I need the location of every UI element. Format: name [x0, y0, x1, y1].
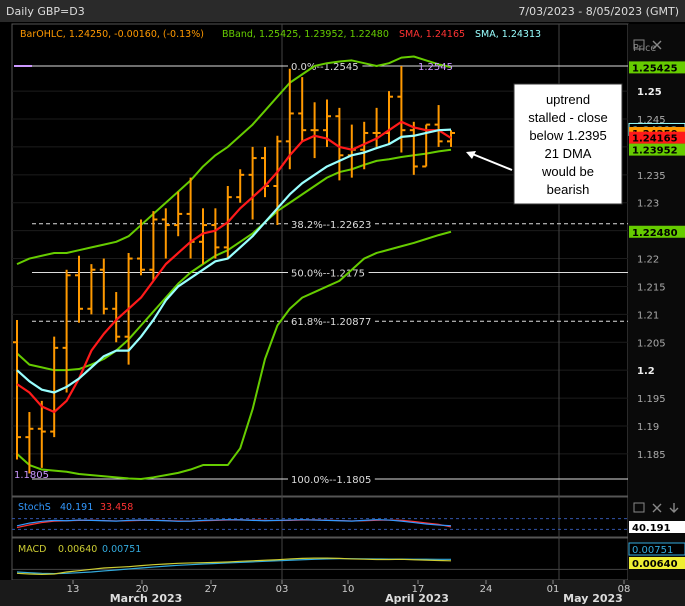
low-marker-label: 1.1805	[14, 470, 49, 481]
fib-level-label: 50.0%--1.2175	[291, 269, 365, 280]
x-tick-label: 24	[480, 584, 493, 595]
fib-level-label: 100.0%--1.1805	[291, 475, 371, 486]
ohlc-legend: BarOHLC, 1.24250, -0.00160, (-0.13%)	[20, 29, 204, 40]
sma21-legend: SMA, 1.24165	[399, 29, 465, 40]
x-tick-label: 01	[547, 584, 560, 595]
annotation-line: stalled - close	[528, 110, 607, 125]
macd-signal-tag-text: 0.00751	[632, 545, 673, 556]
price-tag: 1.23952	[629, 143, 685, 157]
y-tick-label: 1.195	[637, 394, 666, 405]
x-tick-label: 13	[67, 584, 80, 595]
annotation-line: bearish	[547, 182, 590, 197]
month-label: April 2023	[385, 592, 449, 605]
y-tick-label: 1.235	[637, 171, 666, 182]
annotation-line: would be	[541, 164, 594, 179]
high-marker-label: 1.2545	[418, 62, 453, 73]
price-tag: 1.25425	[629, 61, 685, 74]
price-tag: 1.22480	[629, 225, 685, 239]
fib-level-label: 38.2%--1.22623	[291, 220, 371, 231]
x-tick-label: 27	[205, 584, 218, 595]
price-tag-text: 1.24165	[632, 134, 678, 145]
month-label: May 2023	[563, 592, 623, 605]
stoch-value-text: 40.191	[632, 523, 671, 534]
macd-title: MACD	[18, 544, 46, 555]
annotation-line: below 1.2395	[529, 128, 606, 143]
y-tick-label: 1.2	[637, 366, 655, 377]
y-tick-label: 1.22	[637, 255, 659, 266]
macd-line-label: 0.00640	[58, 544, 97, 555]
x-tick-label: 10	[342, 584, 355, 595]
y-tick-label: 1.25	[637, 87, 662, 98]
month-label: March 2023	[110, 592, 183, 605]
y-tick-label: 1.215	[637, 282, 666, 293]
sma10-legend: SMA, 1.24313	[475, 29, 541, 40]
macd-signal-label: 0.00751	[102, 544, 141, 555]
stoch-title: StochS	[18, 502, 51, 513]
chart-canvas[interactable]: 0.0%--1.254538.2%--1.2262350.0%--1.21756…	[0, 0, 685, 606]
stoch-k-label: 40.191	[60, 502, 93, 513]
price-tag: 1.24165	[629, 131, 685, 145]
y-tick-label: 1.23	[637, 199, 659, 210]
y-tick-label: 1.205	[637, 338, 666, 349]
price-tag-text: 1.25425	[632, 63, 678, 74]
price-axis	[628, 24, 685, 580]
price-tag-text: 1.22480	[632, 228, 678, 239]
y-tick-label: 1.185	[637, 450, 666, 461]
annotation-line: uptrend	[546, 92, 590, 107]
y-tick-label: 1.19	[637, 422, 659, 433]
bband-legend: BBand, 1.25425, 1.23952, 1.22480	[222, 29, 389, 40]
fib-level-label: 61.8%--1.20877	[291, 317, 371, 328]
y-tick-label: 1.21	[637, 310, 659, 321]
x-tick-label: 03	[276, 584, 289, 595]
price-tag-text: 1.23952	[632, 146, 678, 157]
stoch-d-label: 33.458	[100, 502, 133, 513]
annotation-line: 21 DMA	[545, 146, 592, 161]
macd-value-tag-text: 0.00640	[632, 559, 678, 570]
